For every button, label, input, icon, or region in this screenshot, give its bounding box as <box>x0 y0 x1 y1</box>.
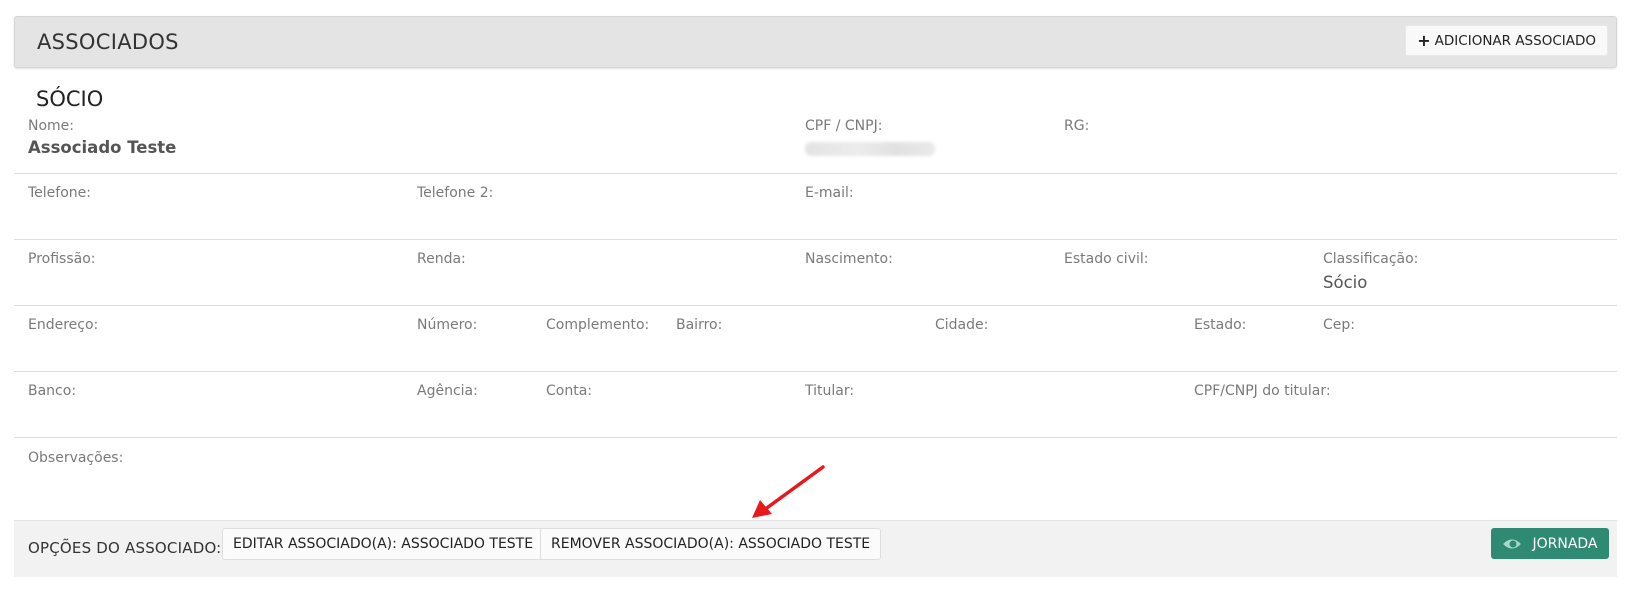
label-agencia: Agência: <box>417 383 478 399</box>
label-rg: RG: <box>1064 118 1090 134</box>
label-cpf-titular: CPF/CNPJ do titular: <box>1194 383 1331 399</box>
red-arrow-annotation <box>752 465 825 518</box>
label-estado-civil: Estado civil: <box>1064 251 1149 267</box>
label-banco: Banco: <box>28 383 77 399</box>
label-estado: Estado: <box>1194 317 1247 333</box>
edit-associado-button[interactable]: EDITAR ASSOCIADO(A): ASSOCIADO TESTE <box>222 528 545 560</box>
label-conta: Conta: <box>546 383 592 399</box>
label-nome: Nome: <box>28 118 75 134</box>
row-address: Endereço: Número: Complemento: Bairro: C… <box>14 305 1617 372</box>
field-nascimento: Nascimento: <box>805 251 893 267</box>
field-cep: Cep: <box>1323 317 1355 333</box>
field-telefone: Telefone: <box>28 185 91 201</box>
row-personal: Profissão: Renda: Nascimento: Estado civ… <box>14 239 1617 306</box>
label-email: E-mail: <box>805 185 854 201</box>
field-telefone2: Telefone 2: <box>417 185 493 201</box>
jornada-label: JORNADA <box>1532 535 1598 552</box>
label-telefone2: Telefone 2: <box>417 185 494 201</box>
field-classificacao: Classificação: Sócio <box>1323 251 1418 292</box>
label-complemento: Complemento: <box>546 317 650 333</box>
label-telefone: Telefone: <box>28 185 91 201</box>
field-cpf-titular: CPF/CNPJ do titular: <box>1194 383 1331 399</box>
remove-associado-button[interactable]: REMOVER ASSOCIADO(A): ASSOCIADO TESTE <box>540 528 882 560</box>
panel-header: ASSOCIADOS + ADICIONAR ASSOCIADO <box>14 16 1617 68</box>
field-numero: Número: <box>417 317 477 333</box>
options-label: OPÇÕES DO ASSOCIADO: <box>28 539 222 557</box>
label-nascimento: Nascimento: <box>805 251 893 267</box>
add-associado-label: ADICIONAR ASSOCIADO <box>1434 32 1596 49</box>
field-conta: Conta: <box>546 383 592 399</box>
label-cidade: Cidade: <box>935 317 989 333</box>
options-footer: OPÇÕES DO ASSOCIADO: EDITAR ASSOCIADO(A)… <box>14 520 1617 577</box>
page-title: ASSOCIADOS <box>37 30 179 54</box>
eye-icon <box>1503 539 1522 548</box>
field-profissao: Profissão: <box>28 251 95 267</box>
label-titular: Titular: <box>805 383 855 399</box>
value-nome: Associado Teste <box>28 138 177 157</box>
field-banco: Banco: <box>28 383 76 399</box>
label-bairro: Bairro: <box>676 317 723 333</box>
value-classificacao: Sócio <box>1323 273 1368 292</box>
jornada-button[interactable]: JORNADA <box>1491 528 1609 559</box>
field-endereco: Endereço: <box>28 317 98 333</box>
label-cep: Cep: <box>1323 317 1355 333</box>
value-cpf-redacted <box>805 142 935 156</box>
field-rg: RG: <box>1064 118 1089 134</box>
field-estado: Estado: <box>1194 317 1246 333</box>
label-observacoes: Observações: <box>28 450 124 466</box>
label-profissao: Profissão: <box>28 251 96 267</box>
field-observacoes: Observações: <box>28 450 123 466</box>
label-numero: Número: <box>417 317 478 333</box>
label-endereco: Endereço: <box>28 317 99 333</box>
field-bairro: Bairro: <box>676 317 722 333</box>
row-identification: Nome: Associado Teste CPF / CNPJ: RG: <box>14 117 1617 173</box>
section-title: SÓCIO <box>36 87 104 111</box>
field-estado-civil: Estado civil: <box>1064 251 1148 267</box>
field-email: E-mail: <box>805 185 854 201</box>
label-classificacao: Classificação: <box>1323 251 1419 267</box>
plus-icon: + <box>1417 30 1431 50</box>
label-renda: Renda: <box>417 251 466 267</box>
row-bank: Banco: Agência: Conta: Titular: CPF/CNPJ… <box>14 371 1617 438</box>
label-cpf: CPF / CNPJ: <box>805 118 883 134</box>
row-contact: Telefone: Telefone 2: E-mail: <box>14 173 1617 240</box>
field-complemento: Complemento: <box>546 317 649 333</box>
field-nome: Nome: Associado Teste <box>28 118 176 157</box>
add-associado-button[interactable]: + ADICIONAR ASSOCIADO <box>1405 25 1608 56</box>
field-renda: Renda: <box>417 251 466 267</box>
field-agencia: Agência: <box>417 383 478 399</box>
field-cpf: CPF / CNPJ: <box>805 118 935 156</box>
field-cidade: Cidade: <box>935 317 988 333</box>
field-titular: Titular: <box>805 383 854 399</box>
